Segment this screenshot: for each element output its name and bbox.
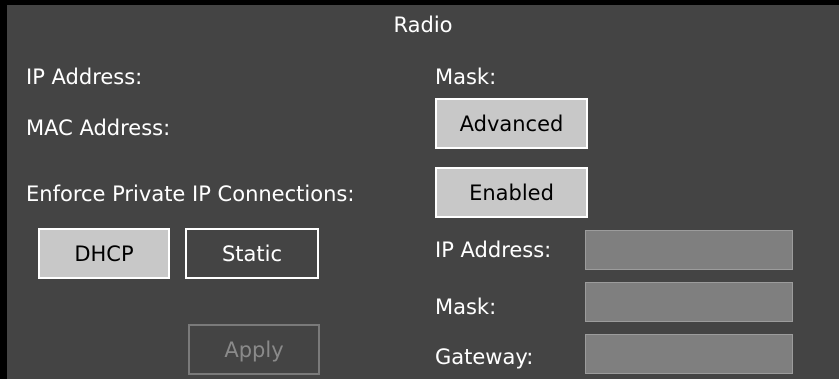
gateway-label: Gateway: <box>435 345 534 369</box>
enforce-private-ip-label: Enforce Private IP Connections: <box>26 182 355 206</box>
mac-address-label: MAC Address: <box>26 116 171 140</box>
mask-label: Mask: <box>435 65 497 89</box>
dhcp-button[interactable]: DHCP <box>38 228 170 279</box>
static-button[interactable]: Static <box>185 228 319 279</box>
static-mask-input[interactable] <box>585 282 793 322</box>
apply-button[interactable]: Apply <box>188 324 320 375</box>
section-title: Radio <box>393 13 453 37</box>
advanced-button[interactable]: Advanced <box>435 98 588 149</box>
enforce-private-ip-toggle[interactable]: Enabled <box>435 167 588 218</box>
gateway-input[interactable] <box>585 334 793 374</box>
static-ip-address-input[interactable] <box>585 230 793 270</box>
static-mask-label: Mask: <box>435 295 497 319</box>
ip-address-label: IP Address: <box>26 65 143 89</box>
static-ip-address-label: IP Address: <box>435 238 552 262</box>
radio-settings-panel: Radio IP Address: Mask: MAC Address: Adv… <box>7 5 839 379</box>
